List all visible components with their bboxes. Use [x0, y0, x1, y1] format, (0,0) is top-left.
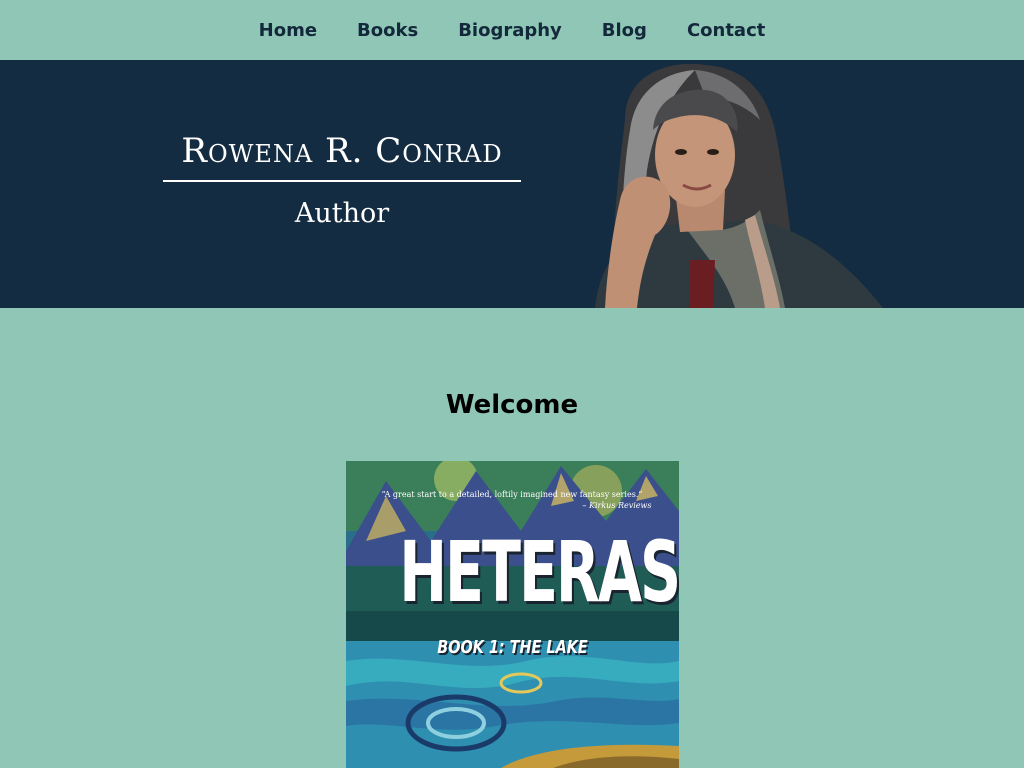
main-nav: Home Books Biography Blog Contact — [0, 0, 1024, 60]
hero-banner: Rowena R. Conrad Author — [0, 60, 1024, 308]
nav-blog-link[interactable]: Blog — [602, 20, 647, 41]
book-cover[interactable]: “A great start to a detailed, loftily im… — [345, 461, 679, 768]
author-role: Author — [294, 198, 390, 229]
nav-books-link[interactable]: Books — [357, 20, 418, 41]
main-content: Welcome “A great start to a detailed, lo… — [0, 308, 1024, 768]
author-portrait — [595, 63, 883, 308]
hero-title-block: Rowena R. Conrad Author — [163, 126, 521, 229]
book-quote: “A great start to a detailed, loftily im… — [381, 490, 643, 499]
book-quote-source: – Kirkus Reviews — [582, 501, 652, 510]
author-name: Rowena R. Conrad — [163, 126, 521, 182]
nav-contact-link[interactable]: Contact — [687, 20, 765, 41]
book-title: HETERAS — [398, 523, 679, 621]
welcome-heading: Welcome — [445, 390, 579, 420]
book-subtitle: BOOK 1: THE LAKE — [436, 637, 588, 658]
nav-biography-link[interactable]: Biography — [458, 20, 562, 41]
nav-home-link[interactable]: Home — [259, 20, 317, 41]
